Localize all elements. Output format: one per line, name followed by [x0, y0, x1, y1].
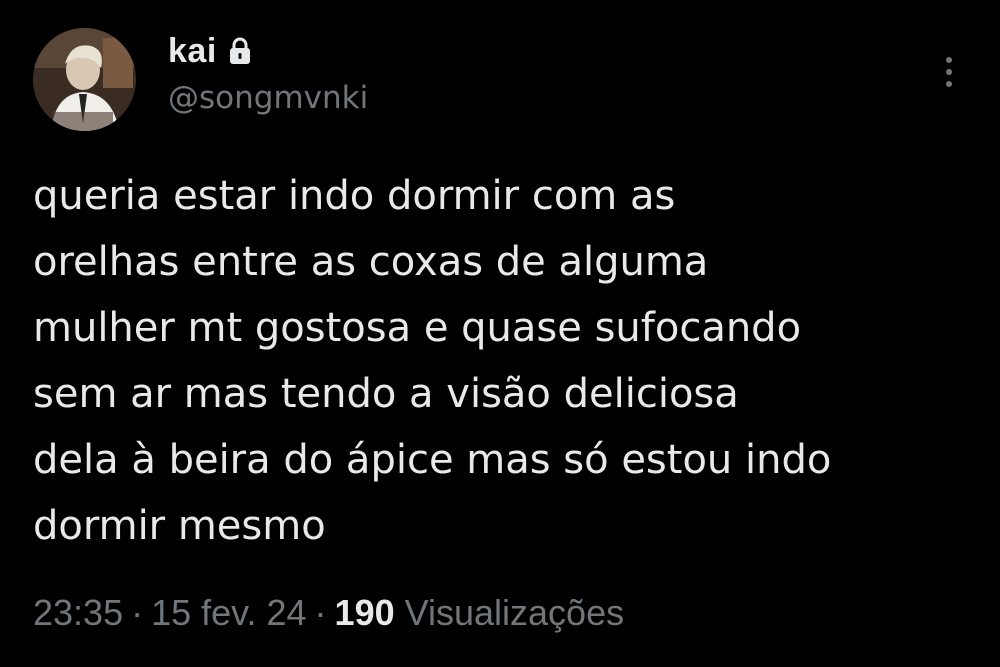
author-handle[interactable]: @songmvnki	[168, 80, 368, 116]
views-count: 190	[334, 592, 395, 633]
author-name-row[interactable]: kai	[168, 26, 251, 76]
more-vertical-icon[interactable]	[936, 52, 962, 92]
tweet-text: queria estar indo dormir com as orelhas …	[33, 173, 832, 549]
tweet-time[interactable]: 23:35	[33, 592, 123, 633]
tweet-meta: 23:35 · 15 fev. 24 · 190 Visualizações	[33, 592, 624, 634]
lock-icon	[229, 37, 251, 65]
avatar[interactable]	[33, 28, 136, 131]
tweet-date[interactable]: 15 fev. 24	[151, 592, 306, 633]
author-display-name[interactable]: kai	[168, 32, 217, 71]
meta-separator: ·	[314, 592, 327, 633]
meta-separator: ·	[131, 592, 144, 633]
views-label: Visualizações	[404, 592, 625, 633]
